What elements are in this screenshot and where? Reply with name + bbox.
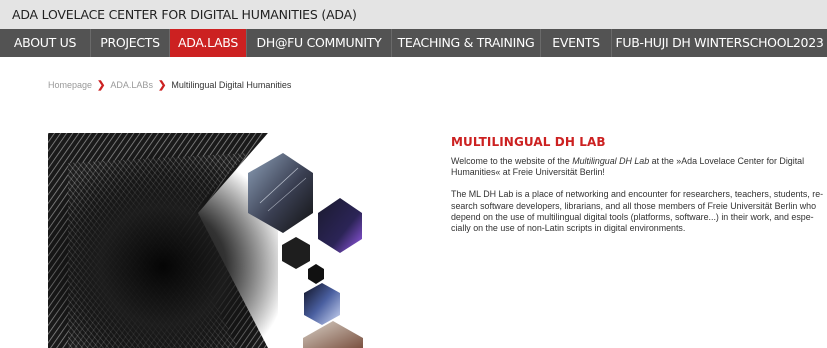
nav-about-us[interactable]: ABOUT US	[0, 29, 90, 57]
lab-description: MULTILINGUAL DH LAB Welcome to the websi…	[451, 135, 826, 245]
intro-lab-name: Multilingual DH Lab	[572, 156, 650, 166]
intro-paragraph: Welcome to the website of the Multilingu…	[451, 156, 826, 178]
site-header: ADA LOVELACE CENTER FOR DIGITAL HUMANITI…	[0, 0, 827, 29]
hexagon-collage-graphic	[48, 133, 363, 348]
page-title: MULTILINGUAL DH LAB	[451, 135, 606, 149]
intro-text-prefix: Welcome to the website of the	[451, 156, 573, 166]
breadcrumb-ada-labs[interactable]: ADA.LABs	[110, 80, 153, 90]
breadcrumb-homepage[interactable]: Homepage	[48, 80, 92, 90]
breadcrumb-chevron-icon: ❯	[157, 80, 167, 91]
breadcrumb-chevron-icon: ❯	[97, 80, 106, 91]
hero-collage-image	[48, 133, 383, 348]
breadcrumb: Homepage ❯ ADA.LABs ❯ Multilingual Digital H…	[48, 80, 291, 91]
nav-teaching-training[interactable]: TEACHING & TRAINING	[392, 29, 540, 57]
main-navigation: ABOUT US PROJECTS ADA.LABS DH@FU COMMUNI…	[0, 29, 827, 57]
nav-projects[interactable]: PROJECTS	[91, 29, 169, 57]
breadcrumb-current: Multilingual Digital Humanities	[171, 80, 292, 90]
description-paragraph: The ML DH Lab is a place of networking a…	[451, 189, 824, 234]
nav-events[interactable]: EVENTS	[541, 29, 611, 57]
nav-winterschool[interactable]: FUB-HUJI DH WINTERSCHOOL2023	[612, 29, 827, 57]
site-title[interactable]: ADA LOVELACE CENTER FOR DIGITAL HUMANITI…	[12, 7, 357, 22]
nav-dh-fu-community[interactable]: DH@FU COMMUNITY	[247, 29, 391, 57]
nav-ada-labs[interactable]: ADA.LABS	[170, 29, 246, 57]
